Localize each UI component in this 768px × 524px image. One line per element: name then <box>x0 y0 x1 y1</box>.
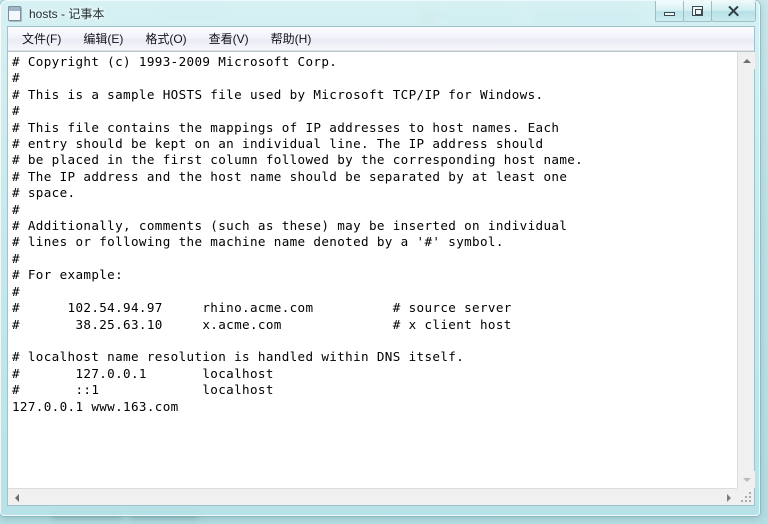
minimize-button[interactable] <box>655 1 684 22</box>
menu-view[interactable]: 查看(V) <box>203 28 255 49</box>
window-title: hosts - 记事本 <box>29 7 105 21</box>
minimize-icon <box>664 11 675 16</box>
text-editor-content[interactable]: # Copyright (c) 1993-2009 Microsoft Corp… <box>10 53 736 487</box>
notepad-icon <box>7 5 23 22</box>
arrow-down-icon <box>742 477 751 482</box>
arrow-up-icon <box>742 58 751 63</box>
horizontal-scrollbar[interactable] <box>8 488 737 505</box>
maximize-button[interactable] <box>683 1 712 22</box>
client-frame: 文件(F) 编辑(E) 格式(O) 查看(V) 帮助(H) # Copyrigh… <box>7 26 755 506</box>
menu-format[interactable]: 格式(O) <box>139 28 192 49</box>
scroll-right-button[interactable] <box>720 489 737 506</box>
editor-area[interactable]: # Copyright (c) 1993-2009 Microsoft Corp… <box>8 51 755 505</box>
notepad-window: hosts - 记事本 文件(F) 编辑(E) 格式(O) 查看(V) 帮助(H… <box>0 0 760 516</box>
scroll-up-button[interactable] <box>738 52 755 69</box>
scroll-down-button[interactable] <box>738 471 755 488</box>
menu-help[interactable]: 帮助(H) <box>265 28 318 49</box>
arrow-left-icon <box>14 493 19 502</box>
window-controls <box>655 1 756 22</box>
maximize-icon <box>692 6 703 16</box>
vertical-scrollbar[interactable] <box>737 52 755 488</box>
menu-file[interactable]: 文件(F) <box>16 28 67 49</box>
close-button[interactable] <box>711 1 756 22</box>
title-bar[interactable]: hosts - 记事本 <box>1 1 759 26</box>
menu-edit[interactable]: 编辑(E) <box>77 28 129 49</box>
scroll-left-button[interactable] <box>8 489 25 506</box>
arrow-right-icon <box>726 493 731 502</box>
resize-grip[interactable] <box>737 488 754 505</box>
menu-bar: 文件(F) 编辑(E) 格式(O) 查看(V) 帮助(H) <box>8 27 754 51</box>
close-icon <box>727 5 740 17</box>
